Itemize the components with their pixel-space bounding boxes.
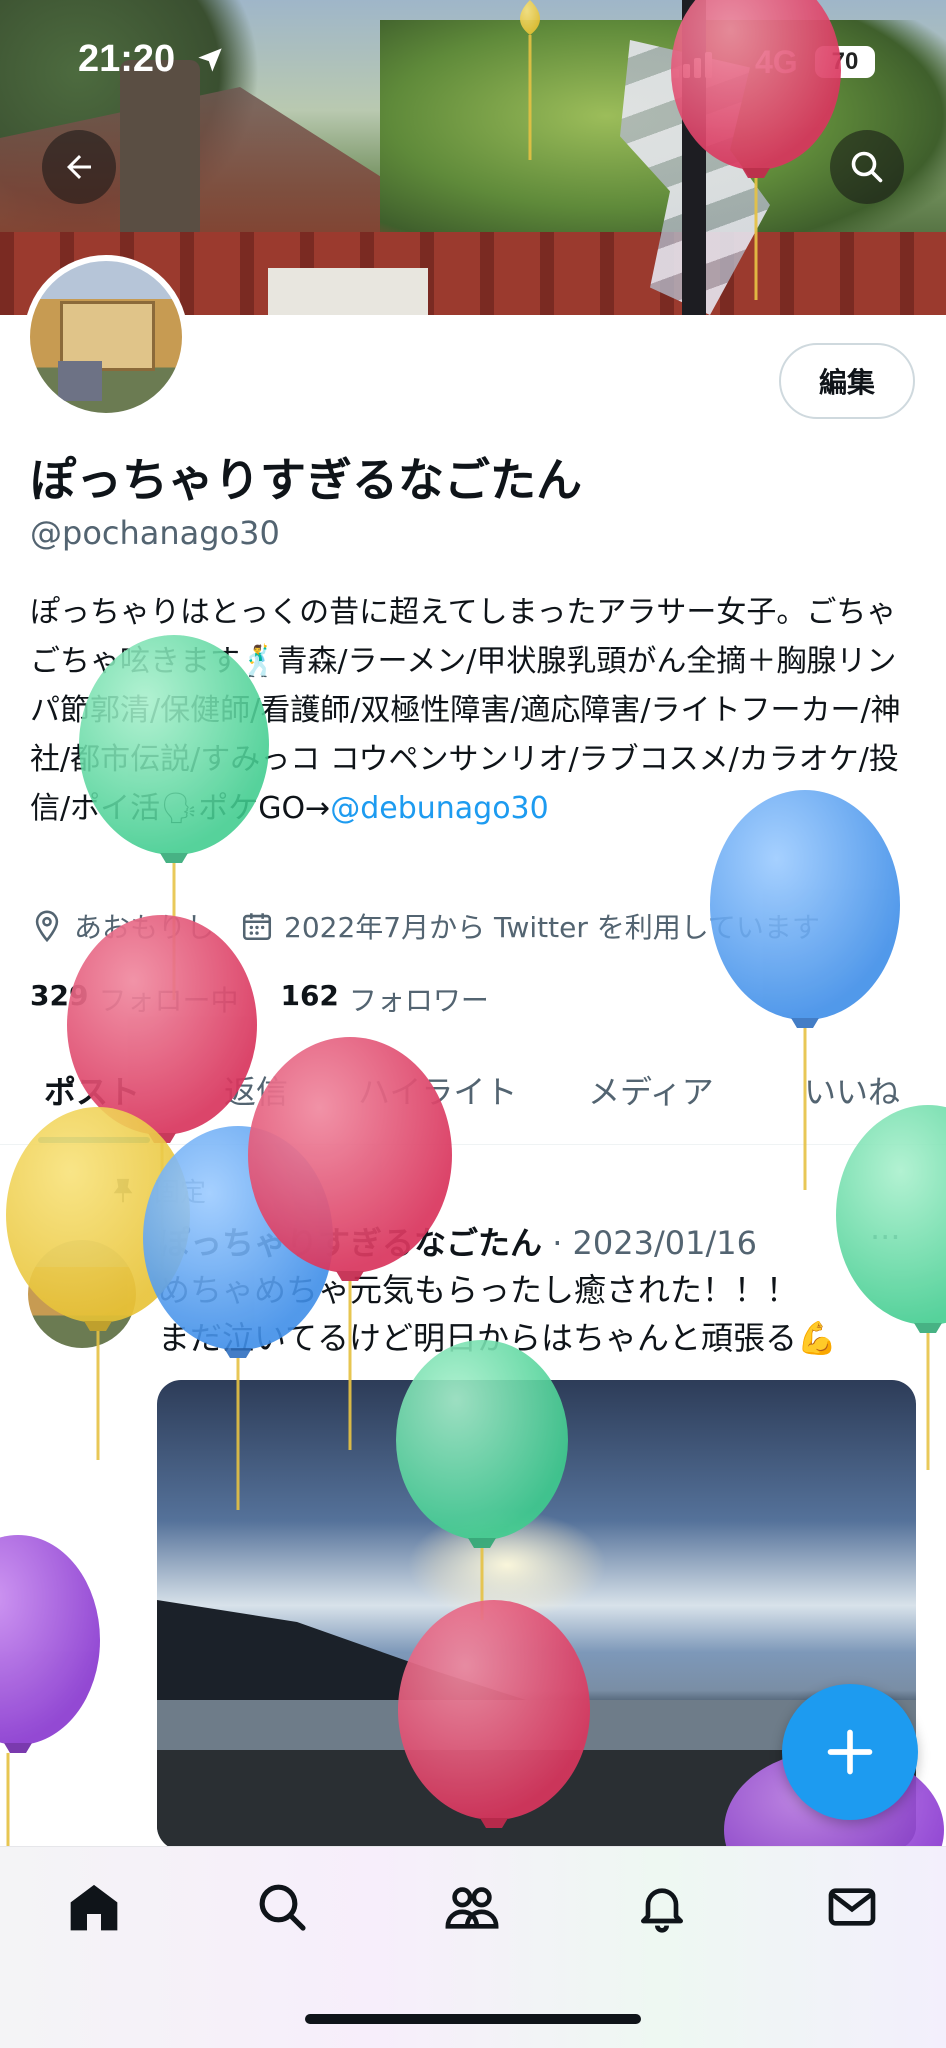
calendar-icon: [242, 913, 272, 941]
following-label[interactable]: フォロー中: [98, 979, 238, 1019]
post-header: ぽっちゃりすぎるなごたん · 2023/01/16: [158, 1218, 757, 1264]
status-time: 21:20: [78, 38, 176, 80]
bio-mention-link[interactable]: @debunago30: [330, 791, 549, 826]
nav-messages[interactable]: [822, 1877, 882, 1937]
tab-replies[interactable]: 返信: [224, 1067, 288, 1113]
nav-communities[interactable]: [442, 1877, 502, 1937]
pin-icon: [113, 1178, 133, 1202]
tab-likes[interactable]: いいね: [804, 1067, 900, 1113]
followers-count[interactable]: 162: [280, 979, 338, 1019]
post-author-avatar[interactable]: [28, 1240, 136, 1348]
location-pin-icon: [35, 910, 59, 943]
tab-highlights[interactable]: ハイライト: [358, 1067, 517, 1113]
post-more-button[interactable]: ···: [870, 1218, 901, 1256]
compose-post-button[interactable]: [782, 1684, 918, 1820]
tab-posts[interactable]: ポスト: [44, 1067, 140, 1113]
edit-profile-button[interactable]: 編集: [779, 343, 915, 419]
location-text: あおもりし: [74, 911, 215, 944]
profile-bio: ぽっちゃりはとっくの昔に超えてしまったアラサー女子。ごちゃごちゃ呟きます🕺青森/…: [30, 588, 910, 833]
nav-explore[interactable]: [252, 1877, 312, 1937]
profile-tabs: ポスト 返信 ハイライト メディア いいね: [0, 1045, 946, 1145]
bell-icon: [641, 1888, 683, 1933]
explore-icon: [259, 1884, 306, 1931]
post-text: めちゃめちゃ元気もらったし癒された！！！ まだ泣いてるけど明日からはちゃんと頑張…: [158, 1266, 837, 1362]
display-name: ぽっちゃりすぎるなごたん: [30, 453, 582, 507]
follow-stats: 329 フォロー中 162 フォロワー: [30, 979, 489, 1019]
post-text-line-1: めちゃめちゃ元気もらったし癒された！！！: [158, 1271, 799, 1309]
status-bar: 21:20 4G 70: [0, 0, 946, 120]
joined-text: 2022年7月から Twitter を利用しています: [284, 911, 820, 944]
pinned-indicator: 固定: [108, 1172, 206, 1209]
search-icon: [851, 151, 883, 183]
post-date: · 2023/01/16: [552, 1224, 757, 1262]
plus-icon: [827, 1729, 873, 1775]
battery-icon: 70: [815, 46, 875, 78]
post-text-line-2: まだ泣いてるけど明日からはちゃんと頑張る💪: [158, 1319, 837, 1357]
search-button[interactable]: [830, 130, 904, 204]
profile-meta: あおもりし 2022年7月から Twitter を利用しています: [30, 906, 820, 946]
tab-media[interactable]: メディア: [588, 1067, 714, 1113]
profile-avatar[interactable]: [24, 255, 188, 419]
nav-notifications[interactable]: [632, 1877, 692, 1937]
post-author-name[interactable]: ぽっちゃりすぎるなごたん: [158, 1224, 542, 1262]
active-tab-indicator: [38, 1137, 150, 1143]
location-arrow-icon: [198, 48, 222, 72]
pinned-label: 固定: [154, 1178, 207, 1208]
mail-icon: [828, 1888, 876, 1926]
back-button[interactable]: [42, 130, 116, 204]
home-indicator: [305, 2014, 641, 2024]
banner-sign: [268, 268, 428, 315]
followers-label[interactable]: フォロワー: [349, 979, 489, 1019]
balloon-purple-left: [0, 1535, 100, 1846]
nav-home[interactable]: [64, 1877, 124, 1937]
home-icon: [70, 1884, 118, 1931]
user-handle: @pochanago30: [30, 514, 280, 552]
following-count[interactable]: 329: [30, 979, 88, 1019]
back-arrow-icon: [67, 155, 91, 179]
signal-icon: [672, 50, 712, 78]
avatar-car: [58, 361, 102, 401]
image-sunlight: [407, 1510, 607, 1620]
network-type: 4G: [755, 44, 798, 80]
communities-icon: [445, 1887, 499, 1929]
